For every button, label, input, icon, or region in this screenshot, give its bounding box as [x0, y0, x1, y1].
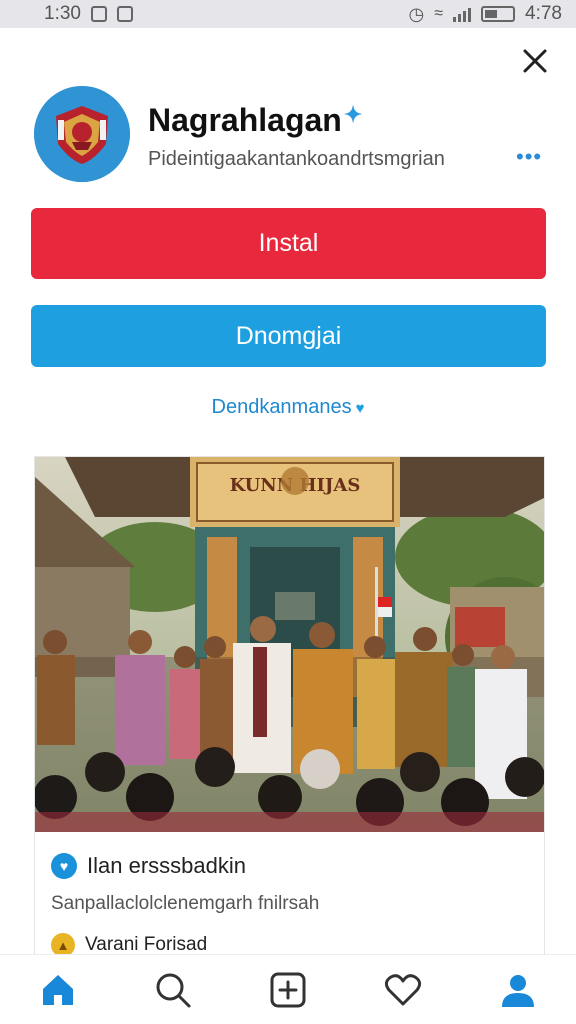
close-button[interactable]	[518, 44, 552, 78]
more-link[interactable]: Dendkanmanes ♥	[0, 396, 576, 419]
card-description: Sanpallaclolclenemgarh fnilrsah	[51, 893, 320, 914]
search-icon	[156, 973, 191, 1007]
battery-text: 4:78	[525, 3, 562, 24]
install-button-label: Instal	[258, 229, 319, 257]
secondary-button[interactable]: Dnomgjai	[31, 305, 546, 367]
card-author-row: ▲ Varani Forisad	[51, 933, 207, 954]
award-icon: ▲	[51, 933, 75, 954]
message-notification-icon	[116, 6, 133, 22]
nav-search[interactable]	[149, 966, 197, 1014]
card-title: Ilan ersssbadkin	[87, 853, 246, 878]
close-icon	[523, 49, 547, 73]
sparkle-icon: ✦	[343, 102, 363, 127]
battery-icon	[481, 6, 516, 22]
wifi-icon: ≈	[434, 5, 444, 22]
alarm-icon: ◷	[408, 3, 425, 24]
more-options-button[interactable]: •••	[516, 144, 542, 170]
add-icon	[270, 972, 306, 1007]
home-icon	[42, 974, 73, 1005]
bottom-nav	[0, 954, 576, 1024]
card-image: KUNN HIJAS	[35, 457, 544, 832]
village-scene-illustration: KUNN HIJAS	[35, 457, 544, 832]
status-bar: 1:30 ◷ ≈ 4:78	[0, 0, 576, 28]
status-right: ◷ ≈ 4:78	[409, 3, 562, 25]
card-author: Varani Forisad	[85, 934, 208, 954]
status-left: 1:30	[44, 3, 133, 25]
app-title-text: Nagrahlagan	[148, 102, 342, 138]
nav-add[interactable]	[264, 966, 312, 1014]
signal-icon	[453, 6, 472, 22]
status-time: 1:30	[44, 3, 81, 24]
app-header: Nagrahlagan✦ Pideintigaakantankoandrtsmg…	[34, 86, 546, 186]
nav-home[interactable]	[34, 966, 82, 1014]
heart-icon	[385, 973, 422, 1005]
content-card[interactable]: KUNN HIJAS ♥ Ilan ersssbadkin Sanpallacl…	[34, 456, 545, 954]
card-description-row: Sanpallaclolclenemgarh fnilrsah	[51, 893, 319, 915]
nav-profile[interactable]	[494, 966, 542, 1014]
heart-icon: ♥	[355, 400, 365, 417]
card-title-row: ♥ Ilan ersssbadkin	[51, 853, 246, 879]
install-button[interactable]: Instal	[31, 208, 546, 279]
app-icon	[34, 86, 130, 182]
profile-icon	[502, 974, 535, 1007]
secondary-button-label: Dnomgjai	[235, 321, 342, 350]
gallery-notification-icon	[90, 6, 107, 22]
verified-icon: ♥	[51, 853, 77, 879]
app-subtitle: Pideintigaakantankoandrtsmgrian	[148, 148, 445, 170]
app-title: Nagrahlagan✦	[148, 102, 362, 139]
more-link-label: Dendkanmanes	[211, 396, 352, 418]
emblem-icon	[34, 86, 130, 182]
nav-likes[interactable]	[379, 966, 427, 1014]
